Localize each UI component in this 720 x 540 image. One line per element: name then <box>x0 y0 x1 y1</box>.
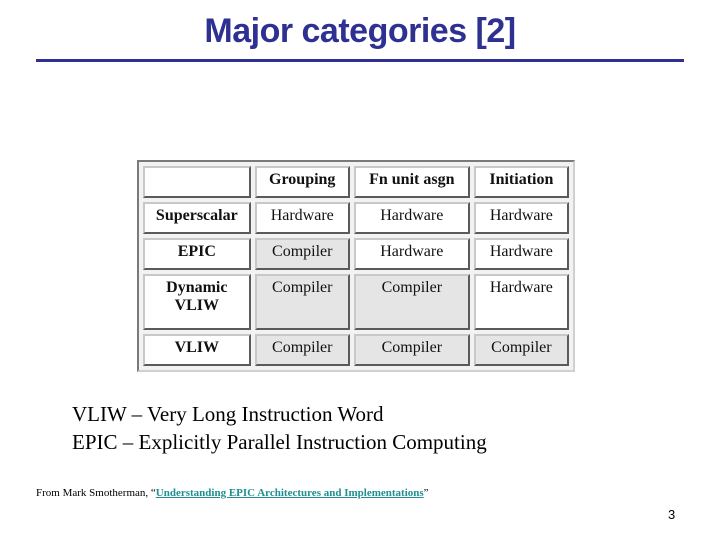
header-cell: Grouping <box>254 166 350 199</box>
categories-grid: Grouping Fn unit asgn Initiation Superscala… <box>139 162 573 370</box>
table-cell: Compiler <box>353 333 470 366</box>
header-cell: Initiation <box>473 166 569 199</box>
row-header-cell: VLIW <box>143 333 251 366</box>
table-cell: Hardware <box>473 274 569 330</box>
row-header-cell: Superscalar <box>143 202 251 235</box>
table-row: VLIW Compiler Compiler Compiler <box>143 333 569 366</box>
source-citation: From Mark Smotherman, “Understanding EPI… <box>36 487 429 499</box>
table-cell: Hardware <box>473 202 569 235</box>
header-cell-empty <box>143 166 251 199</box>
row-header-cell: Dynamic VLIW <box>143 274 251 330</box>
definition-vliw: VLIW – Very Long Instruction Word <box>72 402 384 426</box>
definition-epic: EPIC – Explicitly Parallel Instruction C… <box>72 430 487 454</box>
row-header-cell: EPIC <box>143 238 251 271</box>
header-row: Grouping Fn unit asgn Initiation <box>143 166 569 199</box>
table-cell: Compiler <box>254 333 350 366</box>
source-link[interactable]: Understanding EPIC Architectures and Imp… <box>156 487 424 499</box>
table-row: Superscalar Hardware Hardware Hardware <box>143 202 569 235</box>
table-cell: Compiler <box>473 333 569 366</box>
table-cell: Hardware <box>353 238 470 271</box>
title-underline <box>36 59 684 62</box>
row-header-label: Dynamic VLIW <box>166 279 228 315</box>
slide-title: Major categories [2] <box>204 12 516 50</box>
page-number: 3 <box>668 507 676 522</box>
header-cell: Fn unit asgn <box>353 166 470 199</box>
table-cell: Hardware <box>473 238 569 271</box>
table-cell: Compiler <box>254 238 350 271</box>
definitions: VLIW – Very Long Instruction Word EPIC –… <box>72 400 487 456</box>
table-row: EPIC Compiler Hardware Hardware <box>143 238 569 271</box>
source-suffix: ” <box>423 487 429 499</box>
table-row: Dynamic VLIW Compiler Compiler Hardware <box>143 274 569 330</box>
table-cell: Hardware <box>254 202 350 235</box>
source-prefix: From Mark Smotherman, “ <box>36 487 156 499</box>
categories-table: Grouping Fn unit asgn Initiation Superscala… <box>137 160 575 372</box>
table-cell: Compiler <box>254 274 350 330</box>
table-cell: Hardware <box>353 202 470 235</box>
table-cell: Compiler <box>353 274 470 330</box>
